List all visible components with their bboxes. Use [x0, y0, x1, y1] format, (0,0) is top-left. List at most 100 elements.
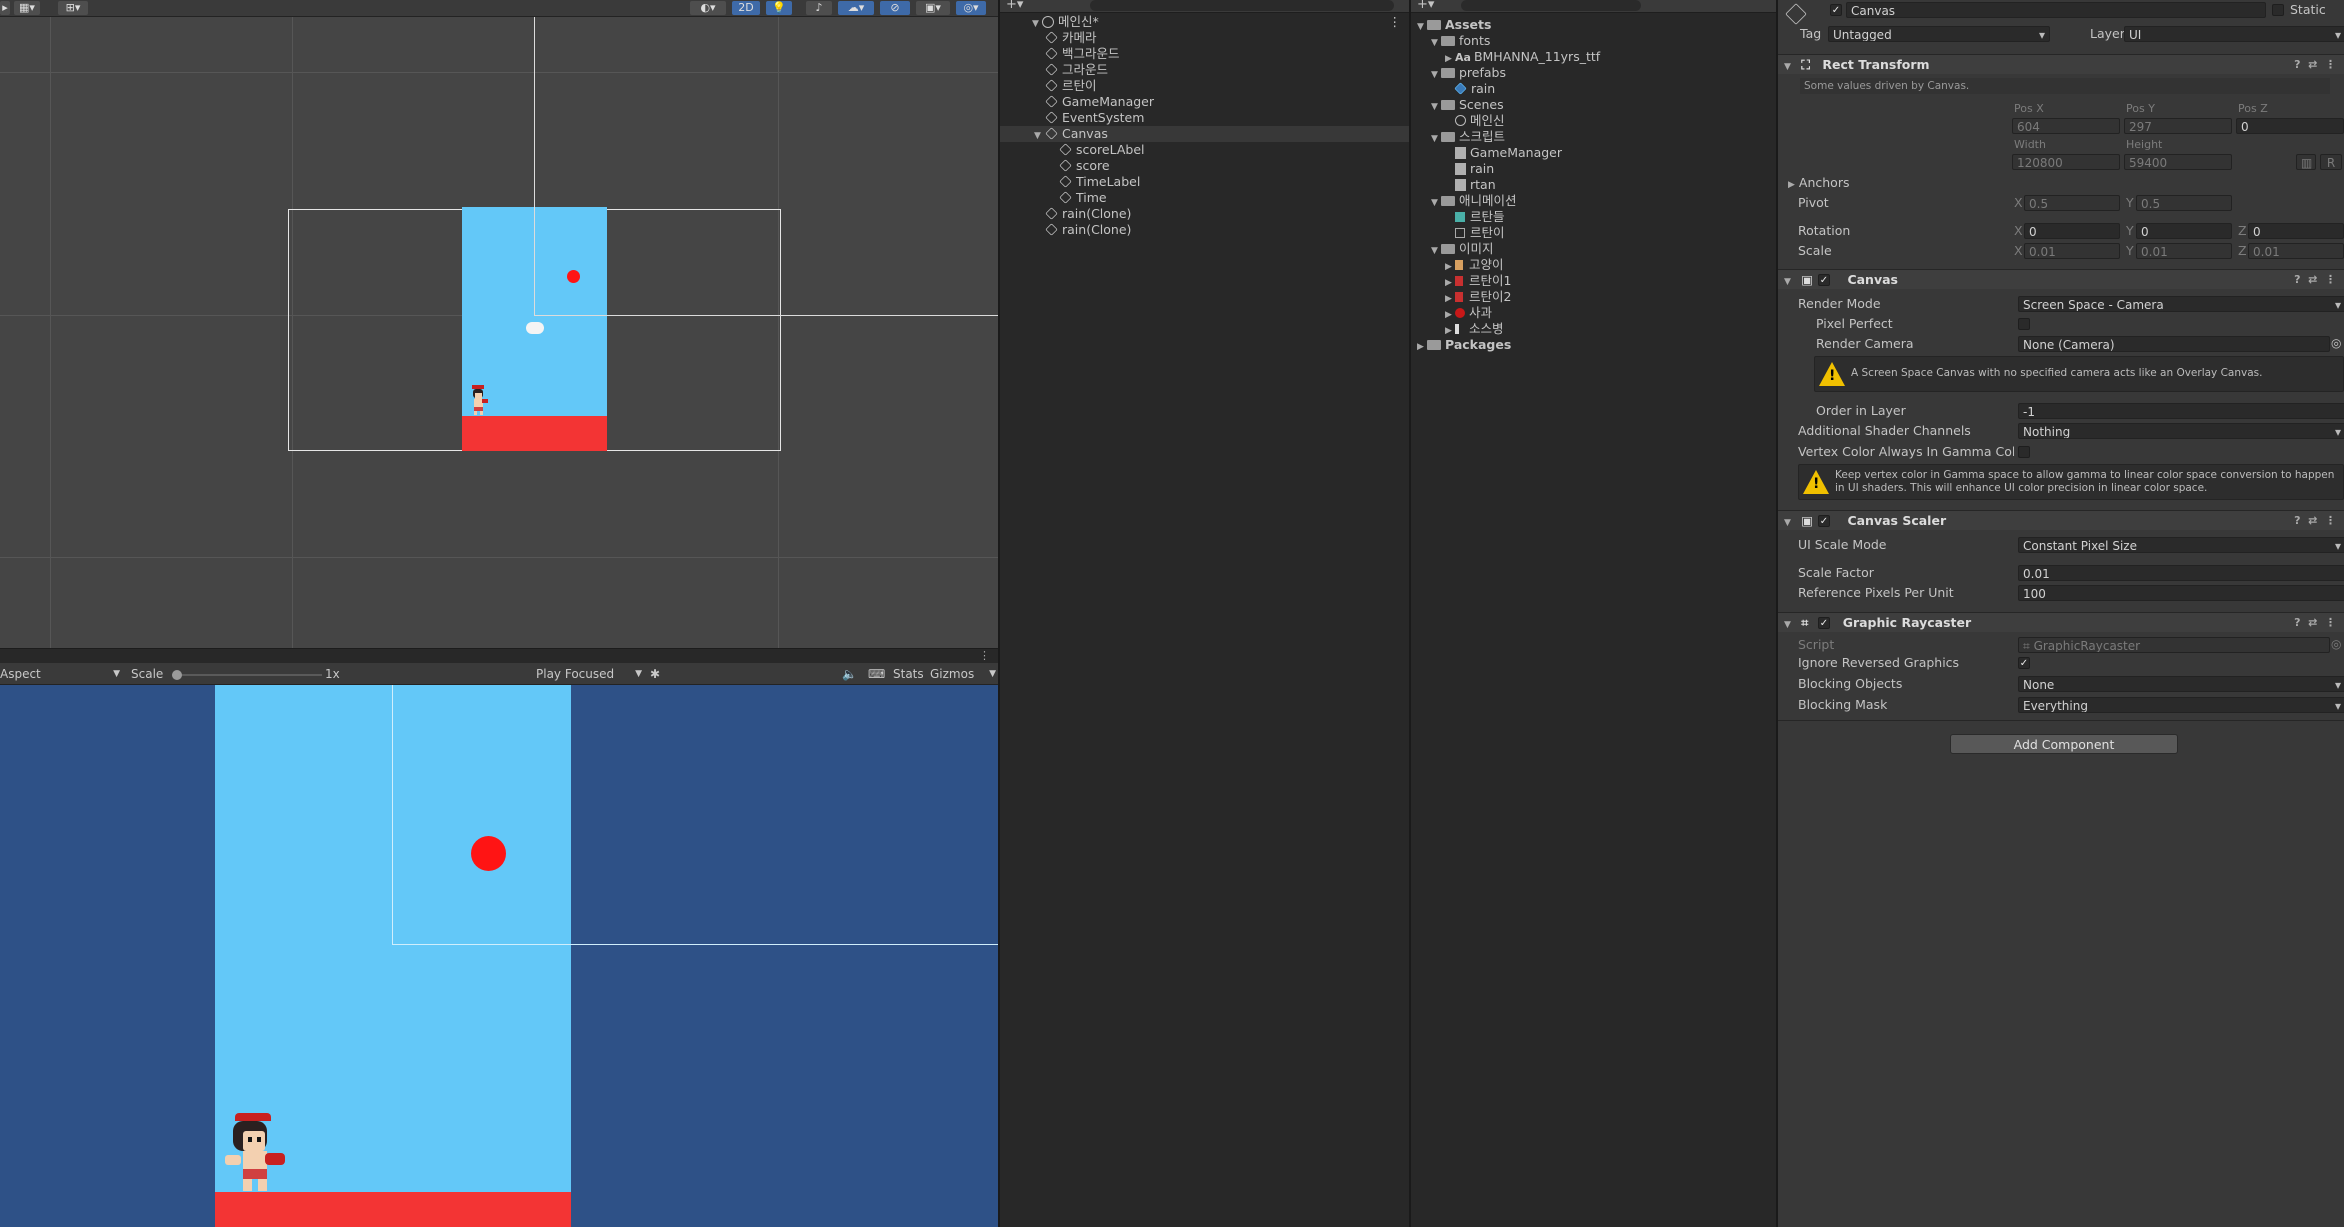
- more-options-icon[interactable]: ⋮: [979, 649, 990, 662]
- 2d-toggle-button[interactable]: 2D: [732, 1, 760, 15]
- ignore-reversed-checkbox[interactable]: ✓: [2018, 657, 2030, 669]
- hierarchy-item[interactable]: EventSystem: [1000, 110, 1409, 126]
- component-menu-icons[interactable]: ? ⇄ ⋮: [2294, 613, 2336, 633]
- pivot-x-field[interactable]: 0.5: [2024, 195, 2120, 211]
- hierarchy-item[interactable]: score: [1000, 158, 1409, 174]
- tree-prefabs[interactable]: ▼ prefabs: [1411, 65, 1776, 81]
- height-field[interactable]: 59400: [2124, 154, 2232, 170]
- aspect-dropdown[interactable]: Aspect ▼: [0, 666, 122, 682]
- hierarchy-item[interactable]: 르탄이: [1000, 78, 1409, 94]
- game-view[interactable]: [0, 685, 998, 1227]
- camera-gizmo-icon[interactable]: [526, 322, 544, 334]
- camera-settings-icon[interactable]: ▣▾: [916, 1, 950, 15]
- width-field[interactable]: 120800: [2012, 154, 2120, 170]
- gizmos-icon[interactable]: ◎▾: [956, 1, 986, 15]
- anchors-foldout[interactable]: ▶ Anchors: [1788, 174, 1849, 192]
- scale-x-field[interactable]: 0.01: [2024, 243, 2120, 259]
- tree-script-rain[interactable]: rain: [1411, 161, 1776, 177]
- mute-audio-icon[interactable]: 🔈: [842, 666, 857, 682]
- scene-rain-drop[interactable]: [567, 270, 580, 283]
- vertex-color-checkbox[interactable]: [2018, 446, 2030, 458]
- tag-dropdown[interactable]: Untagged: [1828, 26, 2050, 42]
- tree-main-scene[interactable]: 메인신: [1411, 113, 1776, 129]
- raw-edit-button[interactable]: R: [2320, 154, 2342, 170]
- blueprint-mode-icon[interactable]: ▥: [2296, 154, 2316, 170]
- play-mode-dropdown[interactable]: Play Focused ▼: [536, 666, 644, 682]
- layer-dropdown[interactable]: UI: [2124, 26, 2344, 42]
- scene-view[interactable]: ▸ ▦▾ ⊞▾ ◐▾ 2D 💡 ♪ ☁▾ ⊘ ▣▾ ◎▾: [0, 0, 998, 648]
- hierarchy-item[interactable]: 백그라운드: [1000, 46, 1409, 62]
- tree-img-cat[interactable]: ▶ 고양이: [1411, 257, 1776, 273]
- render-camera-field[interactable]: None (Camera): [2018, 336, 2330, 352]
- hierarchy-item[interactable]: rain(Clone): [1000, 222, 1409, 238]
- add-component-button[interactable]: Add Component: [1950, 734, 2178, 754]
- stats-button[interactable]: Stats: [893, 666, 924, 682]
- rotation-y-field[interactable]: 0: [2136, 223, 2232, 239]
- static-checkbox[interactable]: [2272, 4, 2284, 16]
- hierarchy-item[interactable]: 그라운드: [1000, 62, 1409, 78]
- tree-assets[interactable]: ▼ Assets: [1411, 17, 1776, 33]
- gizmos-dropdown[interactable]: Gizmos ▼: [930, 666, 996, 682]
- component-menu-icons[interactable]: ? ⇄ ⋮: [2294, 55, 2336, 75]
- hierarchy-scene-row[interactable]: ▼ 메인신* ⋮: [1000, 14, 1409, 30]
- lighting-icon[interactable]: 💡: [766, 1, 792, 15]
- tree-script-rtan[interactable]: rtan: [1411, 177, 1776, 193]
- blocking-objects-dropdown[interactable]: None: [2018, 676, 2344, 692]
- raycaster-enabled-checkbox[interactable]: ✓: [1818, 617, 1830, 629]
- tree-img-rtan1[interactable]: ▶ 르탄이1: [1411, 273, 1776, 289]
- hierarchy-item[interactable]: scoreLAbel: [1000, 142, 1409, 158]
- tree-img-sauce[interactable]: ▶ 소스병: [1411, 321, 1776, 337]
- tree-anim-rtans[interactable]: 르탄들: [1411, 209, 1776, 225]
- tree-scripts[interactable]: ▼ 스크립트: [1411, 129, 1776, 145]
- tree-script-gamemanager[interactable]: GameManager: [1411, 145, 1776, 161]
- keyboard-icon[interactable]: ⌨: [868, 666, 885, 682]
- scene-rtan-character[interactable]: [468, 385, 488, 415]
- hidden-objects-icon[interactable]: ⊘: [880, 1, 910, 15]
- scene-ground-sprite[interactable]: [462, 416, 607, 451]
- script-field[interactable]: ⌗ GraphicRaycaster: [2018, 637, 2330, 653]
- ui-scale-mode-dropdown[interactable]: Constant Pixel Size: [2018, 537, 2344, 553]
- rotation-x-field[interactable]: 0: [2024, 223, 2120, 239]
- hierarchy-item[interactable]: TimeLabel: [1000, 174, 1409, 190]
- pivot-y-field[interactable]: 0.5: [2136, 195, 2232, 211]
- add-icon[interactable]: +▾: [1417, 0, 1434, 12]
- move-tool-button[interactable]: ▸: [0, 1, 10, 15]
- hierarchy-search-input[interactable]: [1090, 0, 1394, 11]
- component-menu-icons[interactable]: ? ⇄ ⋮: [2294, 270, 2336, 290]
- object-name-field[interactable]: Canvas: [1846, 2, 2266, 18]
- project-search-input[interactable]: [1461, 0, 1641, 11]
- tree-animation[interactable]: ▼ 애니메이션: [1411, 193, 1776, 209]
- blocking-mask-dropdown[interactable]: Everything: [2018, 697, 2344, 713]
- snap-increment-icon[interactable]: ⊞▾: [58, 1, 88, 15]
- hierarchy-item[interactable]: ▼ Canvas: [1000, 126, 1409, 142]
- canvas-enabled-checkbox[interactable]: ✓: [1818, 274, 1830, 286]
- shader-channels-dropdown[interactable]: Nothing: [2018, 423, 2344, 439]
- tree-img-apple[interactable]: ▶ 사과: [1411, 305, 1776, 321]
- canvas-scaler-header[interactable]: ▼ ▣ ✓ Canvas Scaler ? ⇄ ⋮: [1778, 510, 2344, 530]
- component-menu-icons[interactable]: ? ⇄ ⋮: [2294, 511, 2336, 531]
- tree-img-rtan2[interactable]: ▶ 르탄이2: [1411, 289, 1776, 305]
- tree-images[interactable]: ▼ 이미지: [1411, 241, 1776, 257]
- hierarchy-item[interactable]: Time: [1000, 190, 1409, 206]
- render-mode-dropdown[interactable]: Screen Space - Camera: [2018, 296, 2344, 312]
- scale-z-field[interactable]: 0.01: [2248, 243, 2344, 259]
- tree-anim-rtan[interactable]: 르탄이: [1411, 225, 1776, 241]
- tree-fonts[interactable]: ▼ fonts: [1411, 33, 1776, 49]
- bug-icon[interactable]: ✱: [650, 666, 660, 682]
- add-icon[interactable]: +▾: [1006, 0, 1023, 12]
- hierarchy-item[interactable]: rain(Clone): [1000, 206, 1409, 222]
- canvas-component-header[interactable]: ▼ ▣ ✓ Canvas ? ⇄ ⋮: [1778, 269, 2344, 289]
- hierarchy-item[interactable]: 카메라: [1000, 30, 1409, 46]
- scale-factor-field[interactable]: 0.01: [2018, 565, 2344, 581]
- audio-icon[interactable]: ♪: [806, 1, 832, 15]
- active-checkbox[interactable]: ✓: [1830, 4, 1842, 16]
- scale-y-field[interactable]: 0.01: [2136, 243, 2232, 259]
- hierarchy-item[interactable]: GameManager: [1000, 94, 1409, 110]
- ppu-field[interactable]: 100: [2018, 585, 2344, 601]
- scale-slider[interactable]: [172, 670, 322, 680]
- tree-rain-prefab[interactable]: rain: [1411, 81, 1776, 97]
- order-in-layer-field[interactable]: -1: [2018, 403, 2344, 419]
- pixel-perfect-checkbox[interactable]: [2018, 318, 2030, 330]
- canvas-scaler-enabled-checkbox[interactable]: ✓: [1818, 515, 1830, 527]
- rect-transform-header[interactable]: ▼ ⛶ Rect Transform ? ⇄ ⋮: [1778, 54, 2344, 74]
